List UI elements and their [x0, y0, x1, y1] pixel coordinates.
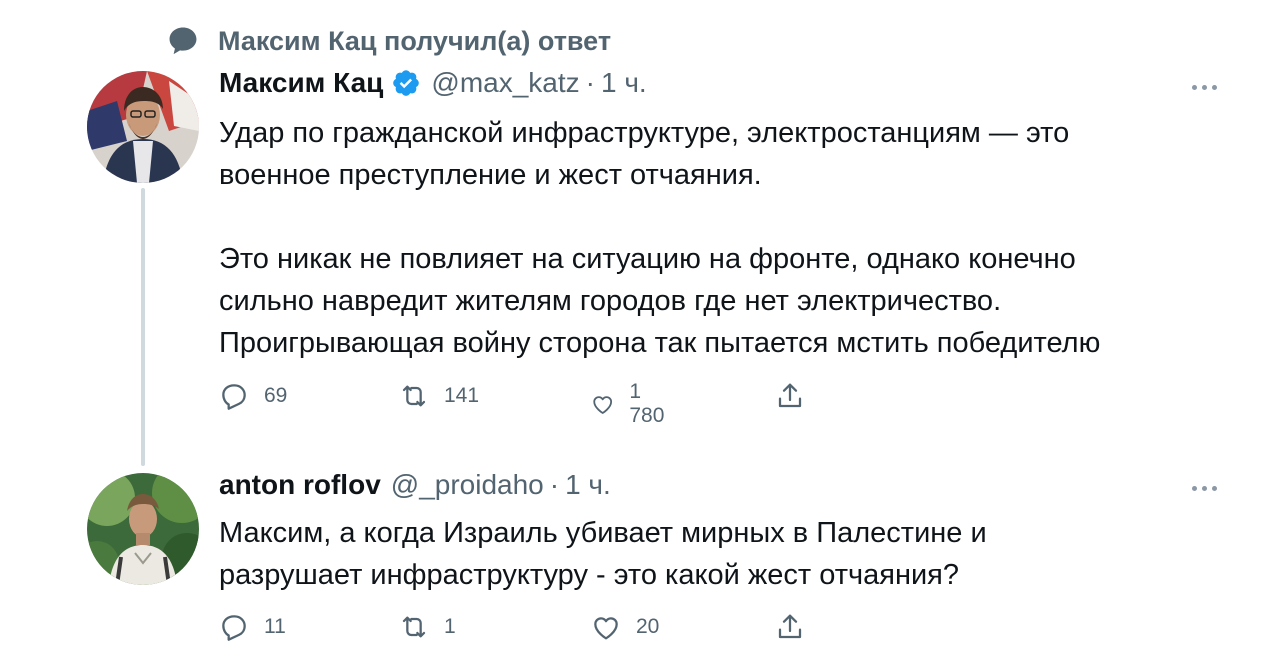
tweet-header: anton roflov @_proidaho · 1 ч.	[219, 469, 611, 501]
heart-icon	[594, 617, 618, 640]
timestamp[interactable]: 1 ч.	[601, 67, 647, 99]
thread-line	[141, 188, 145, 466]
user-handle[interactable]: @max_katz	[431, 67, 579, 99]
reply-count: 11	[264, 615, 286, 638]
user-handle[interactable]: @_proidaho	[391, 469, 544, 501]
reply-context: Максим Кац получил(а) ответ	[166, 24, 611, 58]
tweet-text: Максим, а когда Израиль убивает мирных в…	[219, 512, 1229, 596]
share-button[interactable]	[774, 380, 806, 412]
reply-icon	[222, 384, 246, 410]
more-options-icon[interactable]	[1192, 486, 1217, 491]
like-button[interactable]: 20	[590, 611, 659, 643]
heart-icon	[593, 396, 613, 414]
retweet-icon	[402, 385, 426, 407]
avatar[interactable]	[87, 71, 199, 183]
reply-button[interactable]: 69	[218, 380, 287, 412]
share-button[interactable]	[774, 611, 806, 643]
tweet-text: Удар по гражданской инфраструктуре, элек…	[219, 112, 1229, 364]
retweet-icon	[402, 616, 426, 638]
timestamp[interactable]: 1 ч.	[565, 469, 611, 501]
tweet-text-line: военное преступление и жест отчаяния.	[219, 159, 762, 191]
share-icon	[778, 614, 802, 639]
display-name[interactable]: anton roflov	[219, 469, 381, 501]
retweet-count: 141	[444, 384, 480, 407]
reply-icon	[222, 615, 246, 641]
more-options-icon[interactable]	[1192, 85, 1217, 90]
verified-badge-icon	[393, 70, 420, 96]
share-icon	[778, 383, 802, 408]
separator: ·	[549, 469, 560, 500]
retweet-button[interactable]: 141	[398, 380, 479, 412]
tweet-text-line: Это никак не повлияет на ситуацию на фро…	[219, 243, 1076, 275]
tweet-header: Максим Кац @max_katz · 1 ч.	[219, 67, 647, 99]
display-name[interactable]: Максим Кац	[219, 67, 383, 99]
avatar[interactable]	[87, 473, 199, 585]
tweet-text-line: разрушает инфраструктуру - это какой жес…	[219, 559, 959, 591]
like-count: 1 780	[629, 380, 665, 427]
speech-bubble-icon	[169, 27, 197, 55]
separator: ·	[585, 67, 595, 98]
tweet-text-line: Проигрывающая войну сторона так пытается…	[219, 327, 1101, 359]
reply-context-text: Максим Кац получил(а) ответ	[218, 25, 612, 56]
reply-button[interactable]: 11	[218, 611, 286, 643]
like-button[interactable]: 1 780	[590, 380, 671, 428]
tweet-text-line: сильно навредит жителям городов где нет …	[219, 285, 1002, 317]
retweet-count: 1	[444, 615, 456, 638]
reply-thread: Максим Кац получил(а) ответ Максим Кац @…	[0, 0, 1280, 662]
retweet-button[interactable]: 1	[398, 611, 456, 643]
tweet-text-line: Максим, а когда Израиль убивает мирных в…	[219, 517, 987, 549]
reply-count: 69	[264, 384, 288, 407]
like-count: 20	[636, 615, 660, 638]
tweet-text-line: Удар по гражданской инфраструктуре, элек…	[219, 117, 1070, 149]
